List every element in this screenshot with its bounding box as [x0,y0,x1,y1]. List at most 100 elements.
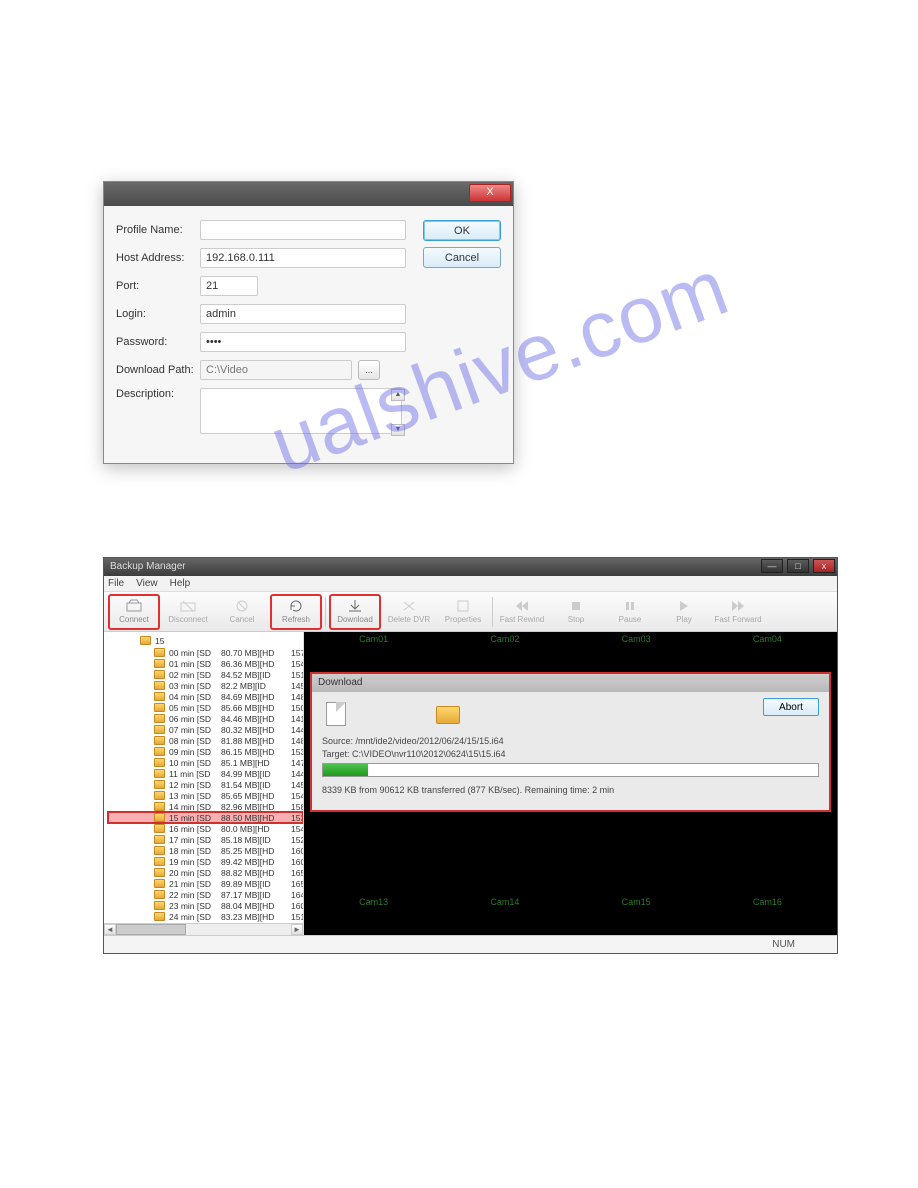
close-button[interactable]: X [469,184,511,202]
tree-item[interactable]: 24 min [SD83.23 MB][HD151.95 M [108,911,303,922]
window-titlebar[interactable]: Backup Manager — □ x [104,558,837,576]
download-panel-title: Download [312,674,829,692]
host-address-label: Host Address: [116,252,200,264]
properties-button[interactable]: Properties [437,594,489,630]
pause-button[interactable]: Pause [604,594,656,630]
folder-icon [154,725,165,734]
scroll-up-icon[interactable]: ▲ [391,389,405,401]
fast-rewind-button[interactable]: Fast Rewind [496,594,548,630]
camera-label[interactable]: Cam03 [622,634,651,644]
description-label: Description: [116,388,200,400]
menu-view[interactable]: View [136,578,158,589]
tree-item[interactable]: 03 min [SD82.2 MB][ID145.38 M [108,680,303,691]
profile-name-input[interactable] [200,220,406,240]
scroll-down-icon[interactable]: ▼ [391,424,405,436]
tree-item[interactable]: 04 min [SD84.69 MB][HD148.58 M [108,691,303,702]
file-tree[interactable]: 15 00 min [SD80.70 MB][HD157.57 M01 min … [104,632,304,935]
tree-item[interactable]: 07 min [SD80.32 MB][HD144.77 M [108,724,303,735]
progress-bar [322,763,819,777]
camera-label[interactable]: Cam16 [753,897,782,907]
target-value: C:\VIDEO\nvr110\2012\0624\15\15.i64 [352,749,505,759]
connect-button[interactable]: Connect [108,594,160,630]
toolbar-cancel-button[interactable]: Cancel [216,594,268,630]
tree-item[interactable]: 17 min [SD85.18 MB][ID152.91 M [108,834,303,845]
tree-item[interactable]: 16 min [SD80.0 MB][HD154.48 M [108,823,303,834]
tree-item[interactable]: 14 min [SD82.96 MB][HD158.18 M [108,801,303,812]
folder-icon [154,703,165,712]
folder-icon [154,879,165,888]
tree-item[interactable]: 19 min [SD89.42 MB][HD160.90 M [108,856,303,867]
scroll-right-icon[interactable]: ► [291,924,303,935]
minimize-button[interactable]: — [761,559,783,573]
scroll-left-icon[interactable]: ◄ [104,924,116,935]
download-status: 8339 KB from 90612 KB transferred (877 K… [322,785,819,795]
refresh-button[interactable]: Refresh [270,594,322,630]
tree-item[interactable]: 10 min [SD85.1 MB][HD147.83 M [108,757,303,768]
menu-help[interactable]: Help [170,578,191,589]
disconnect-button[interactable]: Disconnect [162,594,214,630]
tree-root[interactable]: 15 [108,634,303,647]
download-path-input[interactable] [200,360,352,380]
stop-button[interactable]: Stop [550,594,602,630]
description-scrollbar[interactable]: ▲ ▼ [391,389,405,436]
tree-item[interactable]: 22 min [SD87.17 MB][ID164.47 M [108,889,303,900]
folder-icon [154,857,165,866]
tree-item[interactable]: 13 min [SD85.65 MB][HD154.00 M [108,790,303,801]
tree-item[interactable]: 00 min [SD80.70 MB][HD157.57 M [108,647,303,658]
maximize-button[interactable]: □ [787,559,809,573]
source-label: Source: [322,736,353,746]
folder-icon [154,780,165,789]
ok-button[interactable]: OK [423,220,501,241]
camera-label[interactable]: Cam13 [359,897,388,907]
backup-manager-window: Backup Manager — □ x File View Help Conn… [103,557,838,954]
port-input[interactable] [200,276,258,296]
target-label: Target: [322,749,350,759]
folder-icon [154,659,165,668]
tree-h-scrollbar[interactable]: ◄ ► [104,923,303,935]
password-input[interactable] [200,332,406,352]
folder-icon [140,636,151,645]
tree-item[interactable]: 21 min [SD89.89 MB][ID165.19 M [108,878,303,889]
camera-label[interactable]: Cam01 [359,634,388,644]
camera-label[interactable]: Cam04 [753,634,782,644]
tree-item[interactable]: 02 min [SD84.52 MB][ID151.15 M [108,669,303,680]
tree-item[interactable]: 23 min [SD88.04 MB][HD160.35 M [108,900,303,911]
tree-item[interactable]: 08 min [SD81.88 MB][HD148.2 M [108,735,303,746]
folder-icon [154,670,165,679]
scroll-thumb[interactable] [116,924,186,935]
abort-button[interactable]: Abort [763,698,819,716]
login-input[interactable] [200,304,406,324]
folder-icon [154,736,165,745]
tree-item[interactable]: 15 min [SD88.50 MB][HD153.64 M [108,812,303,823]
download-button[interactable]: Download [329,594,381,630]
tree-item[interactable]: 12 min [SD81.54 MB][ID145.45 M [108,779,303,790]
fast-forward-button[interactable]: Fast Forward [712,594,764,630]
tree-item[interactable]: 20 min [SD88.82 MB][HD165.59 M [108,867,303,878]
camera-label[interactable]: Cam02 [490,634,519,644]
camera-label[interactable]: Cam15 [622,897,651,907]
browse-button[interactable]: ... [358,360,380,380]
menu-file[interactable]: File [108,578,124,589]
cancel-button[interactable]: Cancel [423,247,501,268]
tree-item[interactable]: 05 min [SD85.66 MB][HD150.42 M [108,702,303,713]
folder-icon [154,681,165,690]
camera-label[interactable]: Cam14 [490,897,519,907]
profile-dialog-titlebar[interactable]: X [104,182,513,206]
tree-item[interactable]: 01 min [SD86.36 MB][HD154.32 M [108,658,303,669]
source-value: /mnt/ide2/video/2012/06/24/15/15.i64 [356,736,504,746]
folder-icon [154,824,165,833]
profile-dialog: X OK Cancel Profile Name: Host Address: … [103,181,514,464]
tree-item[interactable]: 09 min [SD86.15 MB][HD153.37 M [108,746,303,757]
play-button[interactable]: Play [658,594,710,630]
close-window-button[interactable]: x [813,559,835,573]
tree-item[interactable]: 11 min [SD84.99 MB][ID144.88 M [108,768,303,779]
tree-item[interactable]: 18 min [SD85.25 MB][HD160.51 M [108,845,303,856]
window-title: Backup Manager [110,561,186,572]
folder-icon [154,714,165,723]
tree-item[interactable]: 06 min [SD84.46 MB][HD141.80 M [108,713,303,724]
password-label: Password: [116,336,200,348]
host-address-input[interactable] [200,248,406,268]
description-textarea[interactable] [200,388,402,434]
download-path-label: Download Path: [116,364,200,376]
delete-button[interactable]: Delete DVR [383,594,435,630]
